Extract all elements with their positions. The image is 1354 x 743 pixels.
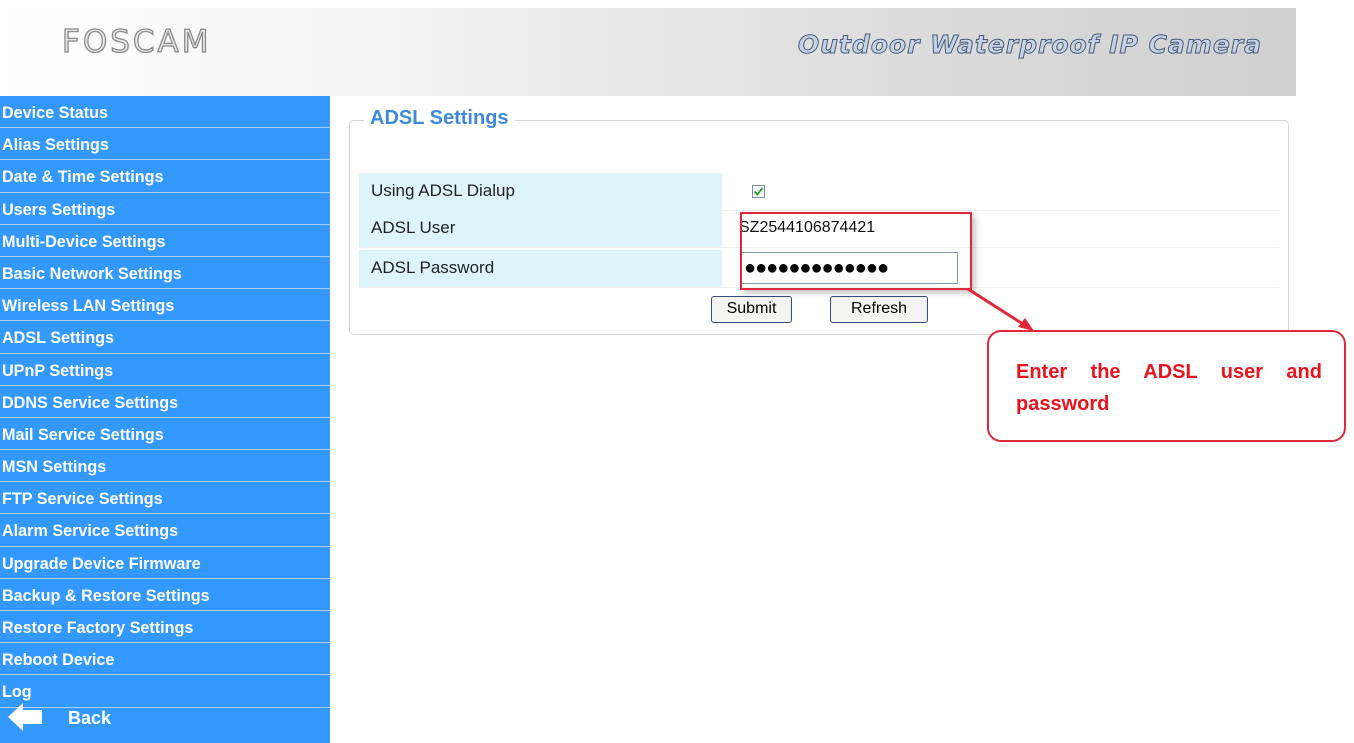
sidebar-item[interactable]: Multi-Device Settings bbox=[0, 225, 330, 257]
refresh-button[interactable]: Refresh bbox=[830, 296, 928, 323]
back-arrow-icon bbox=[8, 703, 42, 731]
sidebar-item[interactable]: Restore Factory Settings bbox=[0, 611, 330, 644]
sidebar-item-label: Alarm Service Settings bbox=[2, 522, 179, 541]
sidebar-item-label: MSN Settings bbox=[2, 458, 107, 477]
annotation-text: Enter the ADSL user and password bbox=[1016, 361, 1322, 415]
sidebar-item[interactable]: Basic Network Settings bbox=[0, 257, 330, 290]
sidebar-item[interactable]: Reboot Device bbox=[0, 643, 330, 676]
sidebar-item[interactable]: Users Settings bbox=[0, 193, 330, 225]
sidebar-item[interactable]: Mail Service Settings bbox=[0, 418, 330, 451]
sidebar-item-label: Upgrade Device Firmware bbox=[2, 554, 201, 573]
sidebar-item-label: Device Status bbox=[2, 104, 109, 122]
sidebar-item-label: UPnP Settings bbox=[2, 361, 114, 380]
sidebar-item[interactable]: Backup & Restore Settings bbox=[0, 579, 330, 611]
sidebar-item-label: DDNS Service Settings bbox=[2, 393, 179, 412]
sidebar-item-label: FTP Service Settings bbox=[2, 490, 163, 509]
header: FOSCAM Outdoor Waterproof IP Camera bbox=[0, 0, 1354, 96]
dialup-label: Using ADSL Dialup bbox=[371, 181, 515, 200]
sidebar-item[interactable]: Device Status bbox=[0, 96, 330, 129]
product-title: Outdoor Waterproof IP Camera bbox=[797, 30, 1262, 60]
foscam-logo: FOSCAM bbox=[61, 23, 212, 60]
sidebar-item[interactable]: UPnP Settings bbox=[0, 354, 330, 386]
sidebar-item-label: Alias Settings bbox=[2, 136, 109, 155]
sidebar-item[interactable]: Alias Settings bbox=[0, 128, 330, 161]
back-label: Back bbox=[68, 708, 112, 728]
sidebar-item[interactable]: Alarm Service Settings bbox=[0, 514, 330, 547]
sidebar-item-label: Date & Time Settings bbox=[2, 168, 164, 187]
sidebar-item-label: Restore Factory Settings bbox=[2, 619, 194, 637]
sidebar-item-label: Basic Network Settings bbox=[2, 264, 182, 283]
sidebar-item-label: Mail Service Settings bbox=[2, 425, 164, 444]
sidebar-item[interactable]: ADSL Settings bbox=[0, 321, 330, 354]
adsl-password-label: ADSL Password bbox=[371, 258, 495, 277]
sidebar-item-label: Users Settings bbox=[2, 200, 116, 219]
sidebar-item[interactable]: Date & Time Settings bbox=[0, 160, 330, 193]
sidebar-item-label: ADSL Settings bbox=[2, 329, 115, 348]
sidebar-menu: Device Status Alias Settings Date & Time S… bbox=[0, 96, 330, 708]
highlight-box bbox=[740, 212, 972, 290]
sidebar-item[interactable]: Wireless LAN Settings bbox=[0, 289, 330, 322]
sidebar-item[interactable]: FTP Service Settings bbox=[0, 482, 330, 515]
sidebar-item-label: Wireless LAN Settings bbox=[2, 297, 175, 316]
submit-button[interactable]: Submit bbox=[711, 296, 792, 323]
sidebar-item[interactable]: MSN Settings bbox=[0, 450, 330, 483]
adsl-password-label-cell: ADSL Password bbox=[359, 250, 722, 287]
sidebar-item[interactable]: Upgrade Device Firmware bbox=[0, 547, 330, 579]
dialup-checkbox[interactable] bbox=[752, 185, 765, 198]
sidebar-item-label: Multi-Device Settings bbox=[2, 232, 166, 251]
adsl-user-label: ADSL User bbox=[371, 218, 456, 237]
section-title: ADSL Settings bbox=[364, 107, 515, 130]
dialup-label-cell: Using ADSL Dialup bbox=[359, 173, 722, 210]
sidebar-item[interactable]: DDNS Service Settings bbox=[0, 386, 330, 418]
back-button[interactable]: Back bbox=[0, 699, 330, 737]
annotation-callout: Enter the ADSL user and password bbox=[987, 330, 1346, 442]
sidebar-item-label: Backup & Restore Settings bbox=[2, 586, 210, 605]
adsl-user-label-cell: ADSL User bbox=[359, 210, 722, 247]
sidebar-item-label: Reboot Device bbox=[2, 651, 115, 670]
sidebar: Device Status Alias Settings Date & Time S… bbox=[0, 96, 330, 743]
dialup-row: Using ADSL Dialup bbox=[359, 173, 1279, 211]
check-icon bbox=[753, 187, 764, 196]
